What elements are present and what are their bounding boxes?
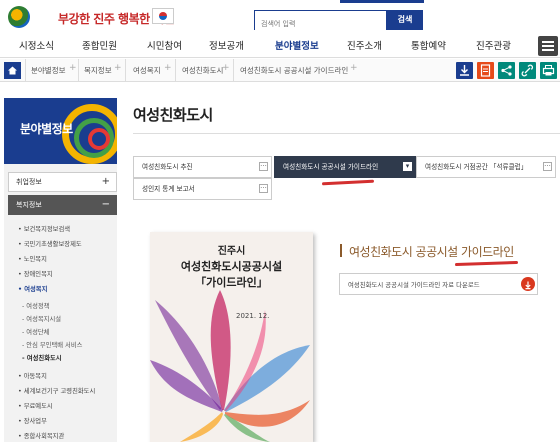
sidebar-banner: 분야별정보 [4, 98, 117, 164]
header-accent-bar [340, 0, 424, 3]
sidebar-item-welfare[interactable]: 복지정보 − [8, 195, 117, 215]
breadcrumb-item[interactable]: 여성친화도시 [182, 65, 223, 76]
sidebar-sub2item[interactable]: - 여성복지시설 [22, 314, 61, 323]
sidebar-subitem[interactable]: • 무료예도시 [18, 401, 53, 410]
chevron-down-icon[interactable]: ▾ [403, 162, 412, 171]
download-text: 여성친화도시 공공시설 가이드라인 자료 다운로드 [348, 281, 480, 289]
sidebar-item-jobs[interactable]: 취업정보 + [8, 172, 117, 192]
breadcrumb: 분야별정보 + 복지정보 + 여성복지 + 여성친화도시 + 여성친화도시 공공… [0, 59, 560, 82]
nav-item-city-news[interactable]: 시정소식 [19, 38, 54, 52]
sidebar-sub2item[interactable]: - 여성정책 [22, 301, 49, 310]
red-annotation-underline [454, 260, 519, 267]
sidebar-subitem[interactable]: • 국민기초생활보장제도 [18, 239, 82, 248]
minus-icon[interactable]: − [102, 196, 110, 214]
sidebar-subitem[interactable]: • 아동복지 [18, 371, 47, 380]
print-icon[interactable] [540, 62, 557, 79]
breadcrumb-item[interactable]: 여성복지 [133, 65, 161, 76]
title-accent-bar [340, 244, 342, 257]
more-icon[interactable]: ··· [259, 162, 268, 171]
lotus-illustration [150, 290, 310, 442]
tab-label: 여성친화도시 거점공간 「석류클럽」 [425, 163, 528, 171]
cover-title-line3: 「가이드라인」 [195, 276, 268, 289]
plus-icon[interactable]: + [164, 63, 172, 73]
guideline-title: 여성친화도시 공공시설 가이드라인 [349, 245, 514, 259]
sidebar-subitem[interactable]: • 보건복지정보검색 [18, 224, 70, 233]
sidebar-subitem[interactable]: • 장사업무 [18, 416, 47, 425]
breadcrumb-item[interactable]: 복지정보 [84, 65, 112, 76]
guideline-cover-image[interactable]: 진주시 여성친화도시공공시설 「가이드라인」 2021. 12. [150, 232, 313, 442]
sidebar-sub2item[interactable]: - 여성단체 [22, 327, 49, 336]
plus-icon[interactable]: + [222, 63, 230, 73]
more-icon[interactable]: ··· [259, 184, 268, 193]
link-icon[interactable] [519, 62, 536, 79]
home-icon[interactable] [4, 62, 21, 79]
breadcrumb-current[interactable]: 여성친화도시 공공시설 가이드라인 [240, 65, 348, 76]
sidebar-subitem[interactable]: • 종합사회복지관 [18, 431, 64, 440]
plus-icon[interactable]: + [114, 63, 122, 73]
tab-guideline[interactable]: 여성친화도시 공공시설 가이드라인 ▾ [274, 156, 416, 178]
download-icon[interactable] [521, 277, 535, 291]
sidebar-item-label: 취업정보 [16, 178, 42, 186]
tab-label: 여성친화도시 추진 [142, 163, 193, 171]
sidebar-subitem[interactable]: • 노인복지 [18, 254, 47, 263]
sidebar-sub2item-active[interactable]: - 여성친화도시 [22, 353, 62, 362]
page-title: 여성친화도시 [133, 106, 213, 124]
hamburger-menu-icon[interactable] [538, 36, 558, 56]
nav-item-reservation[interactable]: 통합예약 [411, 38, 446, 52]
korean-flag-icon [152, 8, 174, 24]
tab-label: 성인지 통계 보고서 [142, 185, 195, 193]
plus-icon[interactable]: + [102, 173, 110, 191]
search-button[interactable]: 검색 [387, 10, 423, 30]
tab-label: 여성친화도시 공공시설 가이드라인 [283, 163, 379, 171]
main-nav: 시정소식 종합민원 시민참여 정보공개 분야별정보 진주소개 통합예약 진주관광 [0, 34, 560, 58]
city-logo-icon[interactable] [8, 6, 30, 28]
red-annotation-underline [321, 179, 375, 186]
nav-item-civil-service[interactable]: 종합민원 [82, 38, 117, 52]
divider [133, 133, 560, 134]
sidebar-sub2item[interactable]: - 안심 무인택배 서비스 [22, 340, 82, 349]
share-icon[interactable] [498, 62, 515, 79]
nav-item-field-info[interactable]: 분야별정보 [275, 38, 319, 52]
banner-decoration [88, 128, 110, 150]
header: 진주 부강한 진주 행복한 시민 검색 [0, 0, 560, 34]
search-input[interactable] [255, 15, 386, 33]
tab-hub-space[interactable]: 여성친화도시 거점공간 「석류클럽」 ··· [416, 156, 556, 178]
download-icon[interactable] [456, 62, 473, 79]
plus-icon[interactable]: + [350, 63, 358, 73]
print-doc-icon[interactable] [477, 62, 494, 79]
sidebar: 분야별정보 취업정보 + 복지정보 − • 보건복지정보검색 • 국민기초생활보… [4, 98, 117, 442]
sidebar-subitem-active[interactable]: • 여성복지 [18, 284, 47, 293]
sidebar-item-label: 복지정보 [16, 201, 42, 209]
nav-item-about-jinju[interactable]: 진주소개 [347, 38, 382, 52]
cover-title-line1: 진주시 [217, 246, 246, 257]
sidebar-title: 분야별정보 [20, 122, 73, 136]
nav-item-disclosure[interactable]: 정보공개 [209, 38, 244, 52]
plus-icon[interactable]: + [69, 63, 77, 73]
tab-promotion[interactable]: 여성친화도시 추진 ··· [133, 156, 272, 178]
sidebar-subitem[interactable]: • 세계보건기구 고령친화도시 [18, 386, 95, 395]
sidebar-subitem[interactable]: • 장애인복지 [18, 269, 53, 278]
cover-title-line2: 여성친화도시공공시설 [180, 260, 283, 273]
nav-item-tourism[interactable]: 진주관광 [476, 38, 511, 52]
download-link[interactable]: 여성친화도시 공공시설 가이드라인 자료 다운로드 [339, 273, 538, 295]
more-icon[interactable]: ··· [543, 162, 552, 171]
cover-date: 2021. 12. [236, 312, 270, 320]
search-box [254, 10, 387, 33]
tab-gender-stats[interactable]: 성인지 통계 보고서 ··· [133, 178, 272, 200]
nav-item-participation[interactable]: 시민참여 [147, 38, 182, 52]
breadcrumb-item[interactable]: 분야별정보 [31, 65, 66, 76]
